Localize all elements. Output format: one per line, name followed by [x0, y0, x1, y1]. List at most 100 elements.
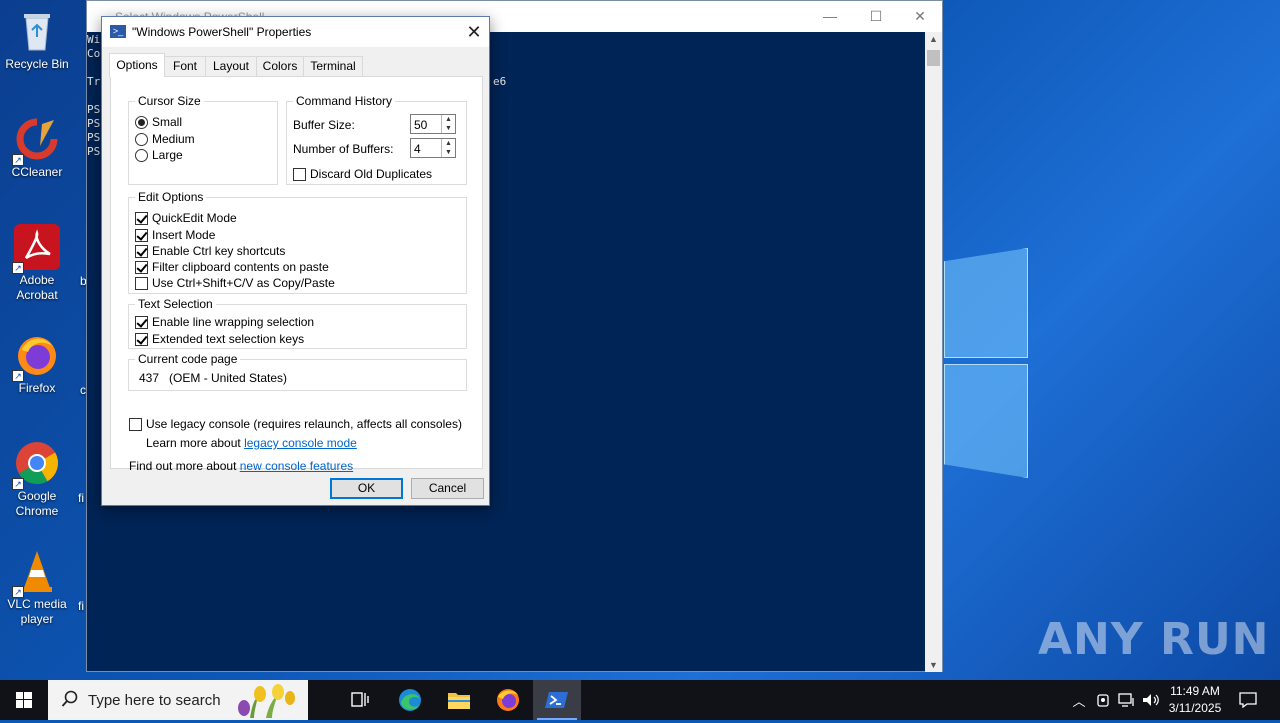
radio-indicator[interactable] — [135, 132, 148, 146]
radio-small[interactable]: Small — [135, 115, 182, 129]
spin-down-icon[interactable]: ▼ — [442, 148, 455, 157]
minimize-button[interactable]: — — [807, 1, 853, 31]
volume-icon[interactable] — [1140, 680, 1162, 720]
scrollbar-thumb[interactable] — [927, 50, 940, 66]
insert-mode-checkbox[interactable]: Insert Mode — [135, 228, 215, 242]
radio-indicator[interactable] — [135, 115, 148, 129]
checkbox-indicator[interactable] — [135, 315, 148, 329]
console-text: PS — [87, 145, 101, 158]
quickedit-checkbox[interactable]: QuickEdit Mode — [135, 211, 237, 225]
tab-layout[interactable]: Layout — [205, 56, 257, 76]
task-view-button[interactable] — [336, 680, 384, 720]
checkbox-indicator[interactable] — [135, 276, 148, 290]
desktop-icon-google-chrome[interactable]: ↗ Google Chrome — [0, 440, 74, 519]
clock-date: 3/11/2025 — [1168, 701, 1222, 715]
radio-indicator[interactable] — [135, 148, 148, 162]
extended-selection-checkbox[interactable]: Extended text selection keys — [135, 332, 304, 346]
vlc-icon: ↗ — [12, 548, 60, 598]
buffer-size-spinner[interactable]: 50 ▲ ▼ — [410, 114, 456, 134]
scroll-up-icon[interactable]: ▲ — [925, 34, 942, 44]
taskbar-firefox[interactable] — [484, 680, 532, 720]
desktop-icon-firefox[interactable]: ↗ Firefox — [0, 332, 74, 396]
start-button[interactable] — [0, 680, 48, 720]
desktop-icon-adobe-acrobat[interactable]: ↗ Adobe Acrobat — [0, 224, 74, 303]
desktop-icon-ccleaner[interactable]: ↗ CCleaner — [0, 116, 74, 180]
tab-terminal[interactable]: Terminal — [303, 56, 363, 76]
cancel-button[interactable]: Cancel — [411, 478, 484, 499]
desktop-icon-recycle-bin[interactable]: Recycle Bin — [0, 8, 74, 72]
checkbox-indicator[interactable] — [135, 228, 148, 242]
spin-up-icon[interactable]: ▲ — [442, 139, 455, 148]
num-buffers-value[interactable]: 4 — [414, 142, 421, 156]
new-console-features-link[interactable]: new console features — [240, 459, 353, 473]
legacy-console-link[interactable]: legacy console mode — [244, 436, 357, 450]
powershell-icon: >_ — [110, 25, 126, 38]
tray-overflow-chevron-icon[interactable]: ︿ — [1068, 680, 1090, 720]
search-placeholder[interactable]: Type here to search — [88, 692, 221, 709]
radio-label: Medium — [152, 132, 195, 146]
partial-icon-label: fi — [78, 491, 84, 505]
checkbox-label: QuickEdit Mode — [152, 211, 237, 225]
taskbar-file-explorer[interactable] — [435, 680, 483, 720]
search-highlight-tulips-icon — [238, 684, 295, 718]
ctrl-shift-copy-paste-checkbox[interactable]: Use Ctrl+Shift+C/V as Copy/Paste — [135, 276, 335, 290]
checkbox-indicator[interactable] — [135, 332, 148, 346]
desktop-icon-label: CCleaner — [11, 165, 63, 179]
taskbar-edge[interactable] — [386, 680, 434, 720]
discard-duplicates-checkbox[interactable]: Discard Old Duplicates — [293, 167, 432, 181]
edit-options-group: Edit Options QuickEdit Mode Insert Mode … — [128, 190, 467, 294]
checkbox-indicator[interactable] — [135, 244, 148, 258]
console-text: PS — [87, 117, 101, 130]
close-button[interactable]: ✕ — [897, 1, 943, 31]
checkbox-indicator[interactable] — [129, 417, 142, 431]
taskbar-search-box[interactable]: Type here to search — [48, 680, 308, 720]
ctrl-shortcuts-checkbox[interactable]: Enable Ctrl key shortcuts — [135, 244, 285, 258]
dialog-close-button[interactable]: ✕ — [459, 17, 489, 47]
filter-clipboard-checkbox[interactable]: Filter clipboard contents on paste — [135, 260, 329, 274]
desktop-icon-vlc[interactable]: ↗ VLC media player — [0, 548, 74, 627]
shortcut-arrow-icon: ↗ — [12, 262, 24, 274]
folder-icon — [448, 693, 470, 709]
console-scrollbar[interactable]: ▲ ▼ — [925, 32, 942, 672]
checkbox-indicator[interactable] — [135, 260, 148, 274]
spin-down-icon[interactable]: ▼ — [442, 124, 455, 133]
tab-options[interactable]: Options — [109, 53, 165, 77]
desktop-icon-label: Recycle Bin — [5, 57, 69, 71]
checkbox-indicator[interactable] — [135, 211, 148, 225]
console-text: PS — [87, 103, 101, 116]
tab-colors[interactable]: Colors — [256, 56, 304, 76]
console-text: Co — [87, 47, 101, 60]
tray-network-meeting-icon[interactable] — [1092, 680, 1114, 720]
chrome-icon: ↗ — [12, 440, 60, 490]
buffer-size-value[interactable]: 50 — [414, 118, 427, 132]
taskbar-powershell[interactable] — [533, 680, 581, 720]
task-view-icon — [351, 692, 369, 707]
line-wrapping-checkbox[interactable]: Enable line wrapping selection — [135, 315, 314, 329]
network-icon[interactable] — [1116, 680, 1138, 720]
maximize-button[interactable]: ☐ — [853, 1, 899, 31]
checkbox-indicator[interactable] — [293, 167, 306, 181]
num-buffers-spinner[interactable]: 4 ▲ ▼ — [410, 138, 456, 158]
legacy-console-checkbox[interactable]: Use legacy console (requires relaunch, a… — [129, 417, 462, 431]
taskbar-clock[interactable]: 11:49 AM 3/11/2025 — [1160, 683, 1230, 717]
spin-up-icon[interactable]: ▲ — [442, 115, 455, 124]
radio-medium[interactable]: Medium — [135, 132, 195, 146]
console-text: PS — [87, 131, 101, 144]
notifications-icon[interactable] — [1234, 680, 1262, 720]
ccleaner-icon: ↗ — [12, 116, 60, 166]
checkbox-label: Enable Ctrl key shortcuts — [152, 244, 286, 258]
properties-dialog[interactable]: >_ "Windows PowerShell" Properties ✕ Opt… — [101, 16, 490, 506]
radio-large[interactable]: Large — [135, 148, 183, 162]
shortcut-arrow-icon: ↗ — [12, 478, 24, 490]
tab-font[interactable]: Font — [164, 56, 206, 76]
desktop-icon-label: Adobe Acrobat — [16, 273, 58, 302]
radio-label: Small — [152, 115, 183, 129]
ok-button[interactable]: OK — [330, 478, 403, 499]
num-buffers-label: Number of Buffers: — [293, 142, 394, 156]
dialog-titlebar[interactable]: >_ "Windows PowerShell" Properties ✕ — [102, 17, 489, 47]
radio-label: Large — [152, 148, 183, 162]
scroll-down-icon[interactable]: ▼ — [925, 660, 942, 670]
acrobat-icon: ↗ — [12, 224, 60, 274]
group-label: Edit Options — [135, 190, 207, 204]
windows-logo-wallpaper — [944, 240, 1030, 480]
